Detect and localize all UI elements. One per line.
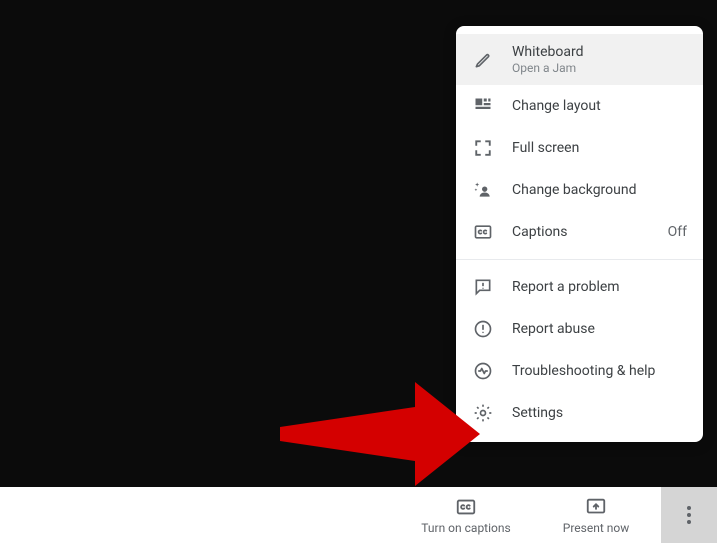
menu-item-label: Change background bbox=[512, 182, 687, 198]
present-now-label: Present now bbox=[563, 521, 629, 535]
turn-on-captions-button[interactable]: Turn on captions bbox=[401, 487, 531, 543]
options-menu: Whiteboard Open a Jam Change layout Full… bbox=[456, 26, 703, 442]
menu-item-settings[interactable]: Settings bbox=[456, 392, 703, 434]
menu-item-label: Change layout bbox=[512, 98, 687, 114]
captions-state: Off bbox=[668, 224, 687, 240]
menu-item-label: Full screen bbox=[512, 140, 687, 156]
menu-item-captions[interactable]: Captions Off bbox=[456, 211, 703, 253]
menu-item-label: Settings bbox=[512, 405, 687, 421]
menu-divider bbox=[456, 259, 703, 260]
menu-item-whiteboard[interactable]: Whiteboard Open a Jam bbox=[456, 34, 703, 85]
alert-circle-icon bbox=[472, 318, 494, 340]
menu-item-full-screen[interactable]: Full screen bbox=[456, 127, 703, 169]
menu-item-sublabel: Open a Jam bbox=[512, 61, 687, 75]
activity-icon bbox=[472, 360, 494, 382]
menu-item-report-problem[interactable]: Report a problem bbox=[456, 266, 703, 308]
turn-on-captions-label: Turn on captions bbox=[421, 521, 510, 535]
menu-item-troubleshooting[interactable]: Troubleshooting & help bbox=[456, 350, 703, 392]
present-now-button[interactable]: Present now bbox=[531, 487, 661, 543]
menu-item-label: Troubleshooting & help bbox=[512, 363, 687, 379]
bottom-bar: Turn on captions Present now bbox=[0, 487, 717, 543]
more-options-button[interactable] bbox=[661, 487, 717, 543]
menu-item-label: Report abuse bbox=[512, 321, 687, 337]
menu-item-change-layout[interactable]: Change layout bbox=[456, 85, 703, 127]
captions-icon bbox=[472, 221, 494, 243]
menu-item-change-background[interactable]: Change background bbox=[456, 169, 703, 211]
feedback-icon bbox=[472, 276, 494, 298]
sparkle-person-icon bbox=[472, 179, 494, 201]
gear-icon bbox=[472, 402, 494, 424]
menu-item-label: Whiteboard bbox=[512, 44, 687, 60]
fullscreen-icon bbox=[472, 137, 494, 159]
more-vertical-icon bbox=[687, 506, 691, 524]
pencil-icon bbox=[472, 49, 494, 71]
menu-item-report-abuse[interactable]: Report abuse bbox=[456, 308, 703, 350]
captions-icon bbox=[454, 495, 478, 519]
menu-item-label: Report a problem bbox=[512, 279, 687, 295]
present-icon bbox=[584, 495, 608, 519]
menu-item-label: Captions bbox=[512, 224, 650, 240]
layout-icon bbox=[472, 95, 494, 117]
